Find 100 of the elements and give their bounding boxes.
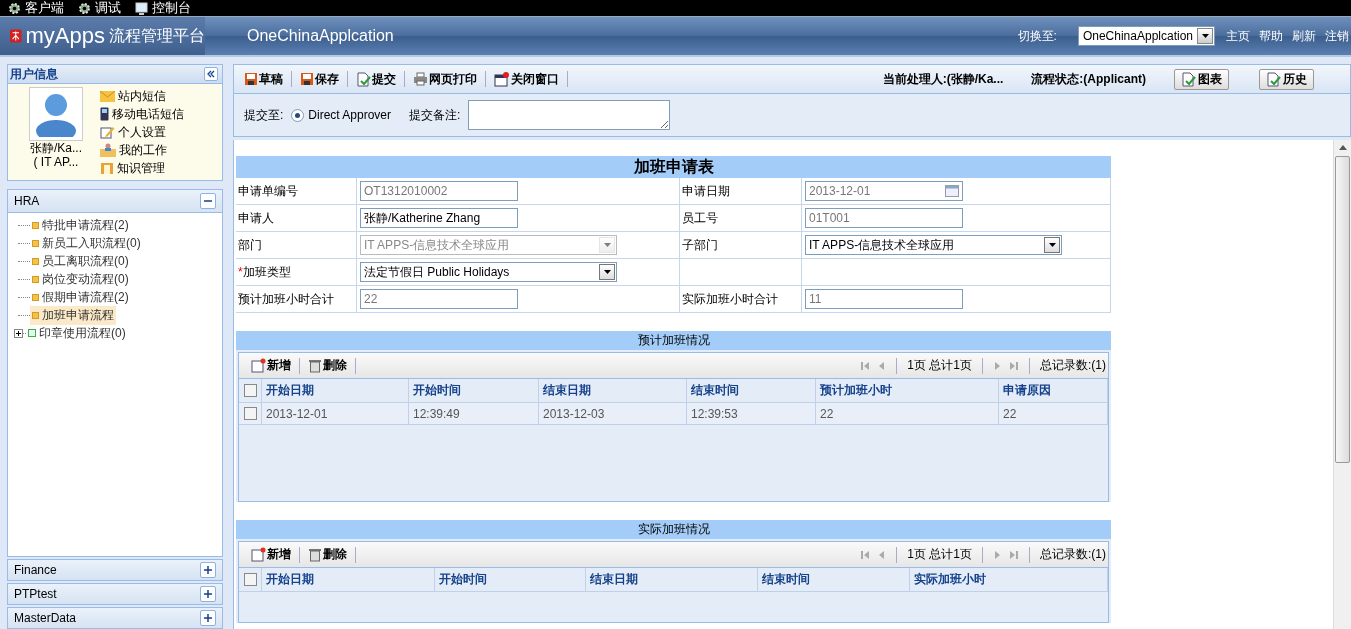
plus-icon bbox=[204, 614, 212, 622]
column-header[interactable]: 开始日期 bbox=[262, 379, 409, 402]
document-check-icon bbox=[1266, 71, 1281, 87]
group-header[interactable]: Finance bbox=[7, 559, 223, 581]
group-header[interactable]: MasterData bbox=[7, 607, 223, 629]
column-header[interactable]: 开始日期 bbox=[262, 568, 435, 591]
current-handler: 当前处理人:(张静/Ka... bbox=[882, 70, 1004, 88]
page-info: 1页 总计1页 bbox=[907, 357, 972, 374]
square-icon bbox=[32, 275, 39, 283]
checkbox[interactable] bbox=[243, 573, 257, 586]
header-link[interactable]: 注销 bbox=[1325, 27, 1349, 45]
phone-icon bbox=[100, 107, 109, 121]
history-button[interactable]: 历史 bbox=[1259, 68, 1314, 90]
scrollbar[interactable] bbox=[1333, 140, 1351, 629]
header-link[interactable]: 刷新 bbox=[1292, 27, 1316, 45]
document-check-icon bbox=[1181, 71, 1196, 87]
table-cell: 22 bbox=[999, 403, 1108, 424]
delete-button[interactable]: 删除 bbox=[304, 546, 351, 563]
caret-icon bbox=[603, 243, 611, 247]
add-button[interactable]: 新增 bbox=[247, 546, 295, 563]
toolbar-button[interactable]: 提交 bbox=[352, 70, 400, 88]
group-header[interactable]: HRA bbox=[8, 190, 222, 213]
collapse-button[interactable] bbox=[204, 67, 218, 81]
header-link[interactable]: 帮助 bbox=[1259, 27, 1283, 45]
platform-name: 流程管理平台 bbox=[109, 25, 205, 46]
table-cell: 22 bbox=[816, 403, 999, 424]
toolbar-button[interactable]: 关闭窗口 bbox=[490, 70, 563, 88]
last-page-button[interactable] bbox=[1009, 549, 1019, 560]
new-document-icon bbox=[251, 547, 266, 562]
chart-button[interactable]: 图表 bbox=[1174, 68, 1229, 90]
user-link[interactable]: 个人设置 bbox=[100, 123, 184, 141]
column-header[interactable]: 实际加班小时 bbox=[910, 568, 1108, 591]
column-header[interactable]: 结束日期 bbox=[586, 568, 758, 591]
square-icon bbox=[32, 311, 39, 319]
header-link[interactable]: 主页 bbox=[1226, 27, 1250, 45]
toolbar-button[interactable]: 网页打印 bbox=[409, 70, 481, 88]
table-cell: 2013-12-03 bbox=[539, 403, 687, 424]
column-header[interactable]: 结束日期 bbox=[539, 379, 687, 402]
checkbox[interactable] bbox=[243, 407, 257, 420]
folder-person-icon bbox=[100, 143, 116, 157]
expand-icon[interactable] bbox=[14, 328, 26, 338]
toolbar-button[interactable]: 保存 bbox=[296, 70, 343, 88]
field-label: *加班类型 bbox=[236, 259, 357, 285]
first-page-button[interactable] bbox=[860, 549, 871, 560]
caret-icon bbox=[603, 270, 611, 274]
record-count: 总记录数:(1) bbox=[1040, 546, 1106, 563]
column-header[interactable]: 结束时间 bbox=[758, 568, 910, 591]
submit-to-label: 提交至: bbox=[244, 106, 284, 124]
menu-item[interactable]: 控制台 bbox=[135, 0, 191, 16]
tree-item[interactable]: 新员工入职流程(0) bbox=[30, 233, 143, 253]
folder-icon bbox=[28, 329, 36, 337]
radio-option[interactable]: Direct Approver bbox=[291, 108, 392, 122]
pencil-icon bbox=[100, 125, 115, 139]
tree-item[interactable]: 假期申请流程(2) bbox=[30, 287, 131, 307]
user-link[interactable]: 移动电话短信 bbox=[100, 105, 184, 123]
tree-item[interactable]: 加班申请流程 bbox=[30, 305, 116, 325]
column-header[interactable]: 结束时间 bbox=[687, 379, 816, 402]
square-icon bbox=[32, 293, 39, 301]
column-header[interactable]: 申请原因 bbox=[999, 379, 1108, 402]
table-cell: 12:39:49 bbox=[409, 403, 539, 424]
column-header[interactable]: 开始时间 bbox=[435, 568, 586, 591]
switch-label: 切换至: bbox=[1017, 27, 1057, 45]
toolbar-button[interactable]: 草稿 bbox=[240, 70, 287, 88]
user-link[interactable]: 我的工作 bbox=[100, 141, 184, 159]
select-field[interactable]: IT APPS-信息技术全球应用 bbox=[805, 235, 1062, 255]
plus-icon bbox=[204, 566, 212, 574]
trash-icon bbox=[308, 358, 322, 373]
select-field[interactable]: 法定节假日 Public Holidays bbox=[360, 262, 617, 282]
menu-item[interactable]: 客户端 bbox=[8, 0, 64, 16]
logo-text: myApps bbox=[25, 23, 105, 49]
user-name: 张静/Ka... bbox=[30, 141, 82, 155]
user-link[interactable]: 知识管理 bbox=[100, 159, 184, 177]
square-icon bbox=[32, 257, 39, 265]
delete-button[interactable]: 删除 bbox=[304, 357, 351, 374]
remark-label: 提交备注: bbox=[409, 106, 461, 124]
app-title: OneChinaApplcation bbox=[247, 27, 394, 45]
add-button[interactable]: 新增 bbox=[247, 357, 295, 374]
column-header[interactable]: 预计加班小时 bbox=[816, 379, 999, 402]
checkbox[interactable] bbox=[243, 384, 257, 397]
column-header[interactable]: 开始时间 bbox=[409, 379, 539, 402]
book-icon bbox=[100, 161, 114, 175]
floppy-icon bbox=[244, 72, 258, 86]
menu-item[interactable]: 调试 bbox=[78, 0, 121, 16]
caret-icon bbox=[1048, 243, 1056, 247]
tree-item[interactable]: 特批申请流程(2) bbox=[30, 215, 131, 235]
tree-item[interactable]: 岗位变动流程(0) bbox=[30, 269, 131, 289]
app-select[interactable]: OneChinaApplcation bbox=[1077, 26, 1215, 46]
text-field[interactable]: 张静/Katherine Zhang bbox=[360, 208, 518, 228]
section-title: 预计加班情况 bbox=[236, 331, 1111, 350]
user-link[interactable]: 站内短信 bbox=[100, 87, 184, 105]
group-header[interactable]: PTPtest bbox=[7, 583, 223, 605]
field-label: 预计加班小时合计 bbox=[236, 286, 357, 312]
last-page-button[interactable] bbox=[1009, 360, 1019, 371]
field-label: 子部门 bbox=[680, 232, 802, 258]
minus-icon bbox=[204, 197, 212, 205]
first-page-button[interactable] bbox=[860, 360, 871, 371]
remark-field[interactable] bbox=[468, 100, 671, 130]
tree-item[interactable]: 印章使用流程(0) bbox=[26, 323, 128, 343]
square-icon bbox=[32, 221, 39, 229]
tree-item[interactable]: 员工离职流程(0) bbox=[30, 251, 131, 271]
